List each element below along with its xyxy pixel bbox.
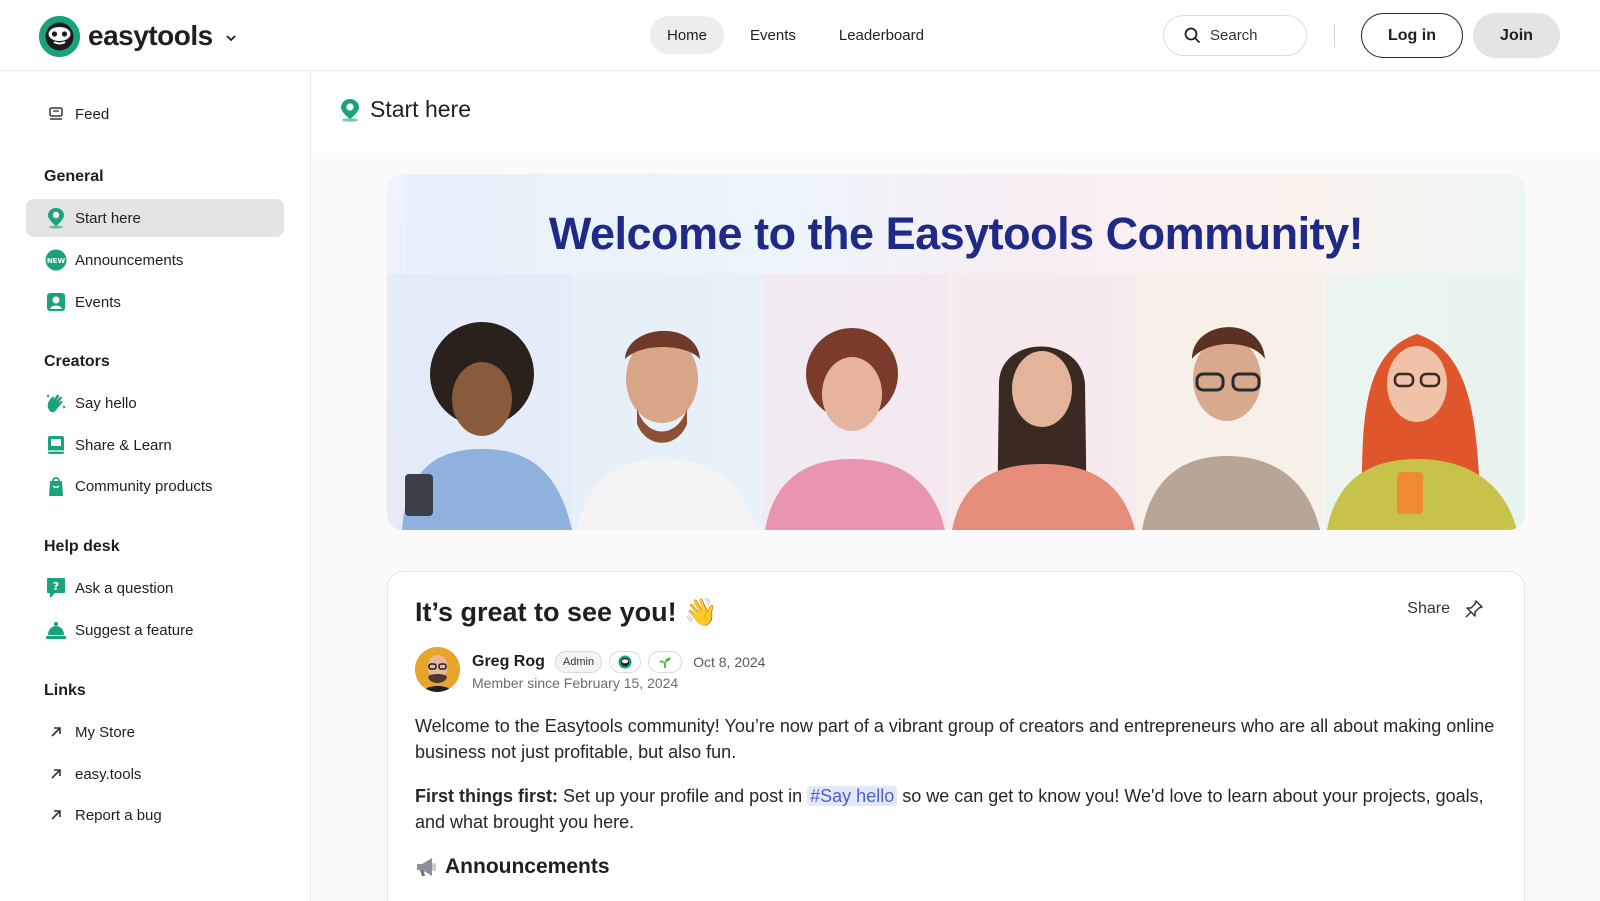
post-paragraph: Welcome to the Easytools community! You’… xyxy=(415,716,1495,762)
bell-icon xyxy=(45,619,67,641)
brand-switcher[interactable]: easytools xyxy=(39,15,237,57)
page-title: Start here xyxy=(370,96,471,122)
nav-home[interactable]: Home xyxy=(650,16,725,54)
post-card: It’s great to see you! 👋 Share Greg Rog … xyxy=(387,571,1525,901)
post-body: Welcome to the Easytools community! You’… xyxy=(415,713,1505,853)
nav-events[interactable]: Events xyxy=(733,16,813,54)
author-name[interactable]: Greg Rog xyxy=(472,653,545,671)
nav-leaderboard[interactable]: Leaderboard xyxy=(822,16,941,54)
member-since: Member since February 15, 2024 xyxy=(472,675,679,691)
external-arrow-icon xyxy=(45,804,67,826)
sidebar-item-label: Start here xyxy=(75,209,141,227)
waving-hand-icon xyxy=(45,392,67,414)
join-button[interactable]: Join xyxy=(1473,13,1560,58)
sidebar-item-community-products[interactable]: Community products xyxy=(26,467,284,505)
book-icon xyxy=(45,434,67,456)
feed-icon xyxy=(45,103,67,125)
location-pin-icon xyxy=(341,98,359,122)
announcements-heading: Announcements xyxy=(415,855,610,879)
megaphone-icon xyxy=(417,858,436,876)
question-icon: ? xyxy=(45,577,67,599)
sidebar-item-label: Share & Learn xyxy=(75,436,172,454)
sidebar-item-label: Report a bug xyxy=(75,806,162,824)
banner-title-overlay: Welcome to the Easytools Community! xyxy=(548,208,1364,259)
top-header: easytools Home Events Leaderboard Search… xyxy=(0,0,1600,71)
welcome-banner: Welcome to the Easytools Community! xyxy=(387,174,1525,530)
chevron-down-icon xyxy=(226,35,236,42)
search-label: Search xyxy=(1210,27,1258,44)
sprout-badge-icon xyxy=(648,651,683,673)
sidebar-item-label: Community products xyxy=(75,477,213,495)
search-button[interactable]: Search xyxy=(1163,15,1307,56)
page-title-wrap: Start here xyxy=(339,96,471,123)
announcements-heading-label: Announcements xyxy=(445,855,610,878)
sidebar-item-label: My Store xyxy=(75,723,136,741)
sidebar-item-label: Ask a question xyxy=(75,579,174,597)
sidebar-item-easy-tools[interactable]: easy.tools xyxy=(26,755,284,793)
brand-name: easytools xyxy=(88,20,213,51)
sidebar-heading-general: General xyxy=(44,168,104,185)
sidebar-item-share-learn[interactable]: Share & Learn xyxy=(26,426,284,464)
share-label: Share xyxy=(1407,600,1450,617)
main-nav: Home Events Leaderboard xyxy=(650,16,950,54)
sidebar-item-my-store[interactable]: My Store xyxy=(26,713,284,751)
new-badge-icon: NEW xyxy=(45,249,67,271)
sidebar-heading-links: Links xyxy=(44,682,86,699)
sidebar-item-label: Say hello xyxy=(75,394,137,412)
external-arrow-icon xyxy=(45,763,67,785)
sidebar-item-label: Feed xyxy=(75,105,110,123)
admin-badge: Admin xyxy=(554,651,603,673)
post-paragraph-lead: First things first: xyxy=(415,786,558,806)
sidebar-item-label: Suggest a feature xyxy=(75,621,194,639)
easytools-badge-icon xyxy=(609,651,642,673)
product-icon xyxy=(45,475,67,497)
post-date: Oct 8, 2024 xyxy=(693,654,766,670)
sidebar-heading-help-desk: Help desk xyxy=(44,538,120,555)
location-pin-icon xyxy=(45,207,67,229)
sidebar-item-label: easy.tools xyxy=(75,765,142,783)
sidebar-item-announcements[interactable]: NEW Announcements xyxy=(26,241,284,279)
page-header: Start here xyxy=(312,71,1600,153)
easytools-logo-icon xyxy=(39,15,80,57)
post-paragraph: First things first: Set up your profile … xyxy=(415,783,1505,835)
calendar-person-icon xyxy=(45,291,67,313)
say-hello-hashtag-link[interactable]: #Say hello xyxy=(807,786,898,806)
sidebar-item-say-hello[interactable]: Say hello xyxy=(26,384,284,422)
share-button[interactable]: Share xyxy=(1407,599,1484,619)
post-title: It’s great to see you! 👋 xyxy=(415,597,718,627)
sidebar-item-label: Announcements xyxy=(75,251,184,269)
post-paragraph-text: Set up your profile and post in xyxy=(558,786,808,806)
sidebar-item-suggest-feature[interactable]: Suggest a feature xyxy=(26,611,284,649)
avatar[interactable] xyxy=(415,647,460,692)
svg-text:NEW: NEW xyxy=(47,257,66,265)
sidebar-item-report-bug[interactable]: Report a bug xyxy=(26,796,284,834)
login-button[interactable]: Log in xyxy=(1361,13,1463,58)
sidebar-item-ask-question[interactable]: ? Ask a question xyxy=(26,569,284,607)
search-icon xyxy=(1184,27,1201,44)
pin-icon[interactable] xyxy=(1464,599,1484,619)
author-line: Greg Rog Admin Oct 8, 2024 xyxy=(472,651,765,673)
svg-text:?: ? xyxy=(53,580,59,593)
header-divider xyxy=(1334,23,1335,47)
sidebar-item-feed[interactable]: Feed xyxy=(26,95,284,133)
sidebar-item-events[interactable]: Events xyxy=(26,283,284,321)
sidebar-item-label: Events xyxy=(75,293,121,311)
sidebar: Feed General Start here NEW Announcement… xyxy=(0,71,311,901)
external-arrow-icon xyxy=(45,721,67,743)
sidebar-item-start-here[interactable]: Start here xyxy=(26,199,284,237)
sidebar-heading-creators: Creators xyxy=(44,353,110,370)
main-content: Start here Welcome to the Easytools Comm… xyxy=(312,71,1600,901)
